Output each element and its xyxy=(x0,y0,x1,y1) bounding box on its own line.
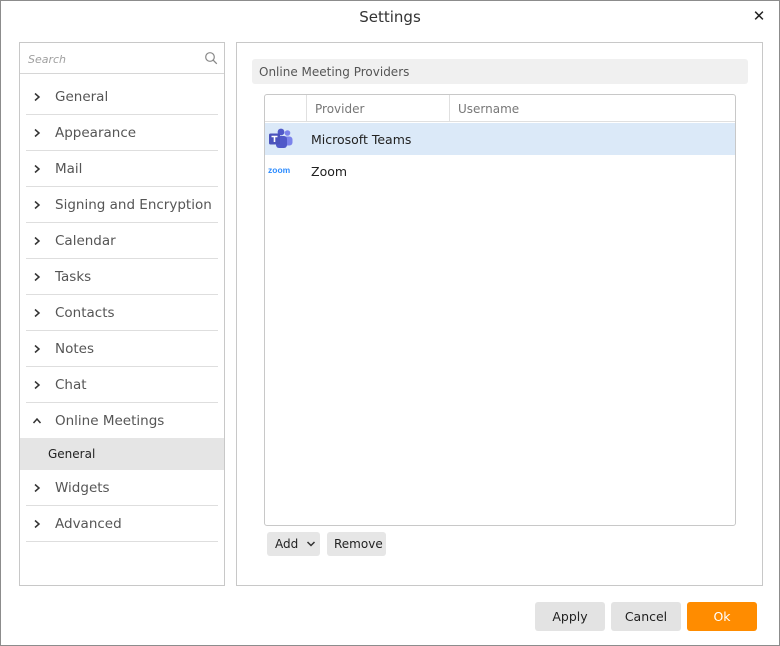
sidebar-item-online-meetings[interactable]: Online Meetings xyxy=(26,403,218,439)
remove-provider-button[interactable]: Remove xyxy=(327,532,386,556)
sidebar-item-label: Contacts xyxy=(55,305,115,321)
sidebar-item-label: Tasks xyxy=(55,269,92,285)
zoom-logo-text: zoom xyxy=(268,165,291,175)
sidebar-item-label: Advanced xyxy=(55,516,122,532)
table-header: Provider Username xyxy=(265,95,735,122)
sidebar-item-label: General xyxy=(55,89,109,105)
provider-name: Microsoft Teams xyxy=(311,132,412,147)
settings-content-panel: Online Meeting Providers Provider Userna… xyxy=(236,42,763,586)
settings-window: Settings ✕ General Appearance Mail xyxy=(0,0,780,646)
sidebar-item-label: Chat xyxy=(55,377,87,393)
ok-button[interactable]: Ok xyxy=(687,602,757,631)
chevron-right-icon xyxy=(34,483,41,493)
chevron-up-icon xyxy=(32,417,42,424)
search-box xyxy=(20,43,224,74)
table-row[interactable]: zoom Zoom xyxy=(265,155,735,187)
sidebar-item-label: Calendar xyxy=(55,233,116,249)
chevron-down-icon[interactable] xyxy=(306,540,316,548)
providers-table: Provider Username Microsoft Teams zoom Z… xyxy=(264,94,736,526)
sidebar-subitem-online-meetings-general[interactable]: General xyxy=(20,438,224,470)
section-header: Online Meeting Providers xyxy=(252,59,748,84)
sidebar-item-mail[interactable]: Mail xyxy=(26,151,218,187)
window-title: Settings xyxy=(359,8,421,26)
sidebar-subitem-label: General xyxy=(48,447,96,461)
sidebar-item-widgets[interactable]: Widgets xyxy=(26,470,218,506)
chevron-right-icon xyxy=(34,308,41,318)
chevron-right-icon xyxy=(34,236,41,246)
chevron-right-icon xyxy=(34,128,41,138)
chevron-right-icon xyxy=(34,92,41,102)
sidebar-item-label: Signing and Encryption xyxy=(55,197,212,213)
sidebar-item-notes[interactable]: Notes xyxy=(26,331,218,367)
add-button-label: Add xyxy=(275,537,299,551)
chevron-right-icon xyxy=(34,272,41,282)
zoom-icon: zoom xyxy=(268,165,291,175)
microsoft-teams-icon xyxy=(269,128,293,148)
add-provider-button[interactable]: Add xyxy=(267,532,320,556)
sidebar-item-chat[interactable]: Chat xyxy=(26,367,218,403)
search-input[interactable] xyxy=(26,49,196,69)
cancel-button[interactable]: Cancel xyxy=(611,602,681,631)
chevron-right-icon xyxy=(34,164,41,174)
close-icon[interactable]: ✕ xyxy=(749,6,769,26)
chevron-right-icon xyxy=(34,519,41,529)
column-header-icon[interactable] xyxy=(265,95,306,122)
sidebar-item-label: Appearance xyxy=(55,125,137,141)
apply-button[interactable]: Apply xyxy=(535,602,605,631)
chevron-right-icon xyxy=(34,380,41,390)
search-icon[interactable] xyxy=(204,51,218,65)
column-header-provider[interactable]: Provider xyxy=(306,95,449,122)
sidebar-item-label: Notes xyxy=(55,341,94,357)
sidebar-item-signing-encryption[interactable]: Signing and Encryption xyxy=(26,187,218,223)
chevron-right-icon xyxy=(34,344,41,354)
sidebar-item-calendar[interactable]: Calendar xyxy=(26,223,218,259)
settings-sidebar: General Appearance Mail Signing and Encr… xyxy=(19,42,225,586)
sidebar-item-tasks[interactable]: Tasks xyxy=(26,259,218,295)
provider-name: Zoom xyxy=(311,164,348,179)
sidebar-item-advanced[interactable]: Advanced xyxy=(26,506,218,542)
sidebar-item-label: Mail xyxy=(55,161,83,177)
column-header-username[interactable]: Username xyxy=(449,95,735,122)
table-row[interactable]: Microsoft Teams xyxy=(265,123,735,155)
apply-button-label: Apply xyxy=(552,609,588,624)
sidebar-nav: General Appearance Mail Signing and Encr… xyxy=(20,79,224,542)
sidebar-item-label: Online Meetings xyxy=(55,413,165,429)
chevron-right-icon xyxy=(34,200,41,210)
section-title: Online Meeting Providers xyxy=(259,65,410,79)
sidebar-item-contacts[interactable]: Contacts xyxy=(26,295,218,331)
sidebar-item-appearance[interactable]: Appearance xyxy=(26,115,218,151)
cancel-button-label: Cancel xyxy=(624,609,668,624)
title-bar: Settings ✕ xyxy=(1,1,779,35)
sidebar-item-general[interactable]: General xyxy=(26,79,218,115)
ok-button-label: Ok xyxy=(713,609,731,624)
sidebar-item-label: Widgets xyxy=(55,480,110,496)
remove-button-label: Remove xyxy=(334,537,383,551)
